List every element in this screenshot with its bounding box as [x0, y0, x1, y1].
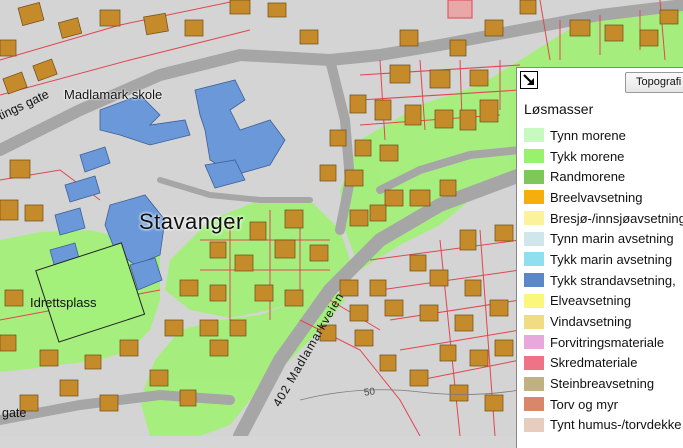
- legend-item: Elveavsetning: [524, 291, 683, 312]
- legend-item: Bresjø-/innsjøavsetning: [524, 208, 683, 229]
- legend-item-label: Tynn morene: [550, 127, 626, 143]
- legend-item: Tynn marin avsetning: [524, 228, 683, 249]
- legend-item-label: Breelvavsetning: [550, 189, 643, 205]
- legend-item-label: Tynt humus-/torvdekke: [550, 417, 682, 433]
- legend-list: Tynn morene Tykk morene Randmorene Breelvav…: [524, 125, 683, 435]
- legend-item-label: Tykk strandavsetning,: [550, 272, 676, 288]
- legend-swatch: [524, 314, 544, 329]
- legend-swatch: [524, 293, 544, 308]
- legend-item: Tykk strandavsetning,: [524, 270, 683, 291]
- legend-item: Vindavsetning: [524, 311, 683, 332]
- legend-swatch: [524, 376, 544, 391]
- legend-item-label: Forvitringsmateriale: [550, 334, 665, 350]
- legend-item-label: Bresjø-/innsjøavsetning: [550, 210, 683, 226]
- legend-item-label: Tynn marin avsetning: [550, 231, 674, 247]
- legend-swatch: [524, 335, 544, 350]
- legend-swatch: [524, 397, 544, 412]
- legend-swatch: [524, 417, 544, 432]
- legend-item-label: Torv og myr: [550, 396, 618, 412]
- legend-swatch: [524, 190, 544, 205]
- legend-swatch: [524, 149, 544, 164]
- legend-item: Breelvavsetning: [524, 187, 683, 208]
- legend-swatch: [524, 128, 544, 143]
- collapse-arrow-icon[interactable]: [520, 71, 538, 89]
- legend-item: Tykk marin avsetning: [524, 249, 683, 270]
- legend-item: Randmorene: [524, 166, 683, 187]
- legend-item: Tykk morene: [524, 146, 683, 167]
- legend-item: Tynt humus-/torvdekke: [524, 415, 683, 436]
- legend-item-label: Elveavsetning: [550, 293, 631, 309]
- legend-item: Forvitringsmateriale: [524, 332, 683, 353]
- legend-item-label: Skredmateriale: [550, 355, 638, 371]
- topografi-tab[interactable]: Topografi: [625, 72, 683, 93]
- legend-item-label: Randmorene: [550, 169, 626, 185]
- legend-item: Steinbreavsetning: [524, 373, 683, 394]
- legend-item-label: Steinbreavsetning: [550, 376, 655, 392]
- legend-title: Løsmasser: [524, 101, 594, 117]
- legend-item-label: Tykk marin avsetning: [550, 251, 673, 267]
- special-plot: [447, 0, 473, 19]
- legend-swatch: [524, 231, 544, 246]
- legend-swatch: [524, 169, 544, 184]
- legend-item-label: Vindavsetning: [550, 314, 632, 330]
- legend-swatch: [524, 252, 544, 267]
- legend-item: Torv og myr: [524, 394, 683, 415]
- legend-swatch: [524, 273, 544, 288]
- legend-item-label: Tykk morene: [550, 148, 625, 164]
- legend-swatch: [524, 211, 544, 226]
- legend-item: Skredmateriale: [524, 353, 683, 374]
- legend-panel: Topografi Løsmasser Tynn morene Tykk more…: [516, 67, 683, 448]
- legend-item: Tynn morene: [524, 125, 683, 146]
- legend-swatch: [524, 355, 544, 370]
